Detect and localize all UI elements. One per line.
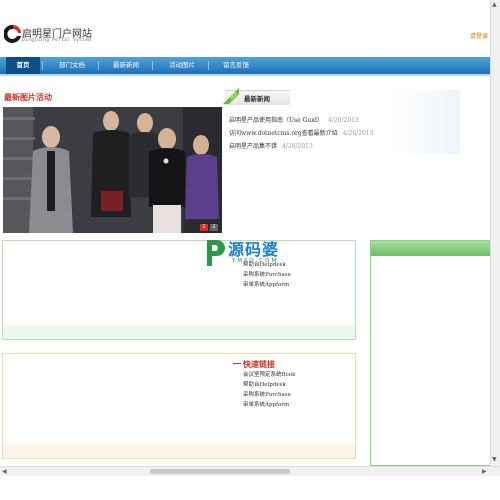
photos-section-title: 最新图片活动: [4, 93, 52, 102]
news-list: 启明星产品使用指南（Use Guid） 4/26/2013 访问www.dotne…: [229, 114, 373, 153]
quick-link-book[interactable]: 会议室预定系统Book: [243, 370, 296, 380]
side-panel: [370, 240, 492, 466]
quick-links-title: 快速链接: [243, 360, 275, 369]
panel-footer-tint: [3, 444, 355, 458]
nav-item-docs[interactable]: 部门文档: [50, 57, 94, 74]
scroll-right-icon[interactable]: ▶: [482, 468, 487, 476]
scroll-down-icon[interactable]: ▼: [492, 456, 497, 464]
news-item-title[interactable]: 启明星产品集不错: [229, 143, 277, 150]
vertical-scrollbar[interactable]: ▲ ▼: [490, 0, 500, 466]
news-item[interactable]: 启明星产品集不错 4/26/2013: [229, 140, 373, 153]
system-link-purchase[interactable]: 采购系统Purchase: [243, 270, 291, 280]
panel-footer-tint: [3, 325, 355, 339]
watermark-subtext: YMPO.COM: [232, 258, 279, 264]
quick-link-helpdesk[interactable]: 帮助台Helpdesk: [243, 380, 296, 390]
news-item-date: 4/26/2013: [282, 143, 313, 150]
nav-separator: [42, 61, 43, 70]
nav-item-feedback[interactable]: 留言反馈: [214, 57, 258, 74]
slideshow-pager: 1 2: [200, 224, 218, 231]
nav-separator: [152, 61, 153, 70]
news-item-date: 4/26/2013: [328, 117, 359, 124]
site-header: 启明星门户网站 Dingjuing Portal System 请登录: [0, 0, 500, 52]
quick-links-list: 会议室预定系统Book 帮助台Helpdesk 采购系统Purchase 审单系…: [243, 370, 296, 410]
pager-button[interactable]: 1: [200, 224, 208, 231]
systems-list: 帮助台Helpdesk 采购系统Purchase 审单系统Appform: [243, 260, 291, 290]
news-item[interactable]: 启明星产品使用指南（Use Guid） 4/26/2013: [229, 114, 373, 127]
quick-links-marker: [233, 363, 241, 364]
nav-item-home[interactable]: 首页: [6, 57, 40, 74]
login-link[interactable]: 请登录: [470, 31, 488, 40]
scroll-left-icon[interactable]: ◀: [2, 468, 7, 476]
scroll-up-icon[interactable]: ▲: [492, 1, 497, 9]
quick-links-panel: [2, 353, 356, 459]
slideshow-image: [3, 107, 222, 233]
news-item-date: 4/26/2013: [342, 130, 374, 137]
pager-button[interactable]: 2: [210, 224, 218, 231]
news-section-title: 最新新闻: [244, 95, 270, 103]
system-link-appform[interactable]: 审单系统Appform: [243, 280, 291, 290]
watermark-logo-icon: [207, 240, 225, 266]
horizontal-scrollbar[interactable]: ◀ ▶: [0, 466, 500, 476]
quick-link-appform[interactable]: 审单系统Appform: [243, 400, 296, 410]
nav-separator: [98, 61, 99, 70]
watermark-text: 源码婆: [228, 240, 280, 259]
new-badge-icon: NEW: [223, 88, 239, 104]
horizontal-scroll-thumb[interactable]: [150, 469, 290, 474]
nav-item-news[interactable]: 最新新闻: [104, 57, 148, 74]
news-item[interactable]: 访问www.dotnetcms.org查看最新介绍 4/26/2013: [229, 127, 373, 140]
nav-separator: [208, 61, 209, 70]
site-subtitle: Dingjuing Portal System: [22, 38, 92, 43]
nav-underline: [0, 74, 490, 76]
quick-link-purchase[interactable]: 采购系统Purchase: [243, 390, 296, 400]
news-item-title[interactable]: 访问www.dotnetcms.org查看最新介绍: [229, 130, 338, 137]
nav-item-photos[interactable]: 活动图片: [160, 57, 204, 74]
side-panel-header: [371, 241, 491, 256]
photo-slideshow[interactable]: 1 2: [3, 107, 222, 233]
systems-panel: [2, 240, 356, 340]
news-item-title[interactable]: 启明星产品使用指南（Use Guid）: [229, 117, 323, 124]
main-nav: 首页 部门文档 最新新闻 活动图片 留言反馈: [0, 57, 490, 74]
logo-icon: [4, 24, 21, 43]
